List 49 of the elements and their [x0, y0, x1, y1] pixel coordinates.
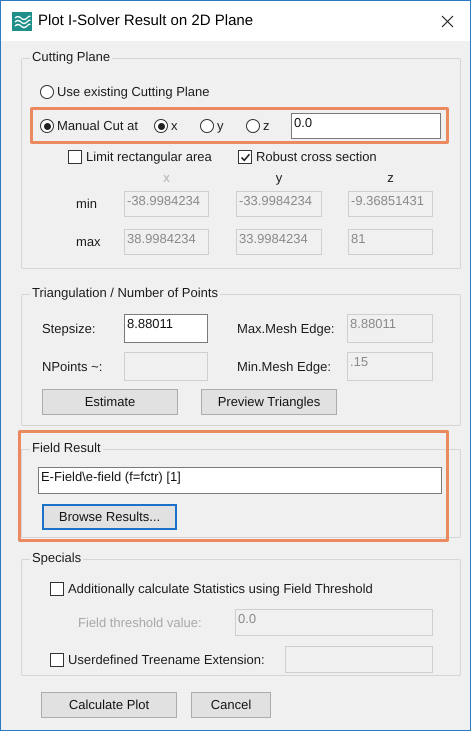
column-header: y — [276, 171, 282, 185]
input-field[interactable]: 33.9984234 — [236, 229, 322, 255]
cut-value-field[interactable]: 0.0 — [291, 113, 441, 139]
column-header: x — [163, 171, 170, 185]
dialog-button[interactable]: Preview Triangles — [201, 389, 337, 415]
input-field[interactable] — [285, 646, 433, 673]
window-title: Plot I-Solver Result on 2D Plane — [38, 10, 254, 31]
input-field[interactable]: 81 — [348, 229, 433, 255]
checkbox-label: Userdefined Treename Extension: — [68, 650, 265, 669]
column-header: z — [387, 171, 394, 185]
checkbox[interactable] — [50, 582, 64, 596]
radio-label: x — [171, 117, 178, 136]
field-label: Max.Mesh Edge: — [237, 320, 336, 338]
dialog-button[interactable]: Calculate Plot — [41, 692, 177, 718]
radio-label: Use existing Cutting Plane — [57, 83, 210, 102]
field-label: NPoints ~: — [42, 358, 104, 376]
input-field[interactable]: -9.36851431 — [348, 191, 433, 217]
input-field[interactable]: 8.88011 — [124, 314, 208, 343]
radio-button[interactable] — [154, 119, 168, 133]
radio-label: z — [263, 117, 270, 136]
field-label: Field threshold value: — [78, 614, 203, 632]
group-title: Cutting Plane — [30, 49, 112, 65]
checkbox[interactable] — [68, 150, 82, 164]
radio-label: Manual Cut at — [57, 117, 138, 136]
input-field[interactable]: -38.9984234 — [124, 191, 209, 217]
radio-button[interactable] — [40, 85, 54, 99]
field-label: Stepsize: — [42, 320, 96, 338]
radio-button[interactable] — [246, 119, 260, 133]
radio-label: y — [217, 117, 224, 136]
input-field[interactable]: -33.9984234 — [236, 191, 322, 217]
dialog-button[interactable]: Browse Results... — [42, 504, 177, 530]
group-title: Triangulation / Number of Points — [30, 285, 220, 301]
dialog-button[interactable]: Estimate — [42, 389, 178, 415]
checkbox-label: Additionally calculate Statistics using Field Threshold — [68, 580, 373, 598]
close-icon[interactable] — [441, 14, 454, 28]
result-path-field[interactable]: E-Field\e-field (f=fctr) [1] — [38, 467, 442, 494]
dialog-button[interactable]: Cancel — [191, 692, 271, 718]
input-field[interactable]: 38.9984234 — [124, 229, 209, 255]
radio-button[interactable] — [200, 119, 214, 133]
checkbox[interactable] — [238, 150, 252, 164]
checkbox-label: Robust cross section — [256, 148, 377, 166]
group-title: Specials — [30, 550, 84, 566]
app-icon — [12, 12, 32, 30]
checkbox-label: Limit rectangular area — [86, 148, 212, 166]
field-label: Min.Mesh Edge: — [237, 358, 332, 376]
radio-button[interactable] — [40, 119, 54, 133]
row-label: max — [76, 233, 102, 252]
checkbox[interactable] — [50, 652, 64, 666]
row-label: min — [76, 195, 98, 214]
